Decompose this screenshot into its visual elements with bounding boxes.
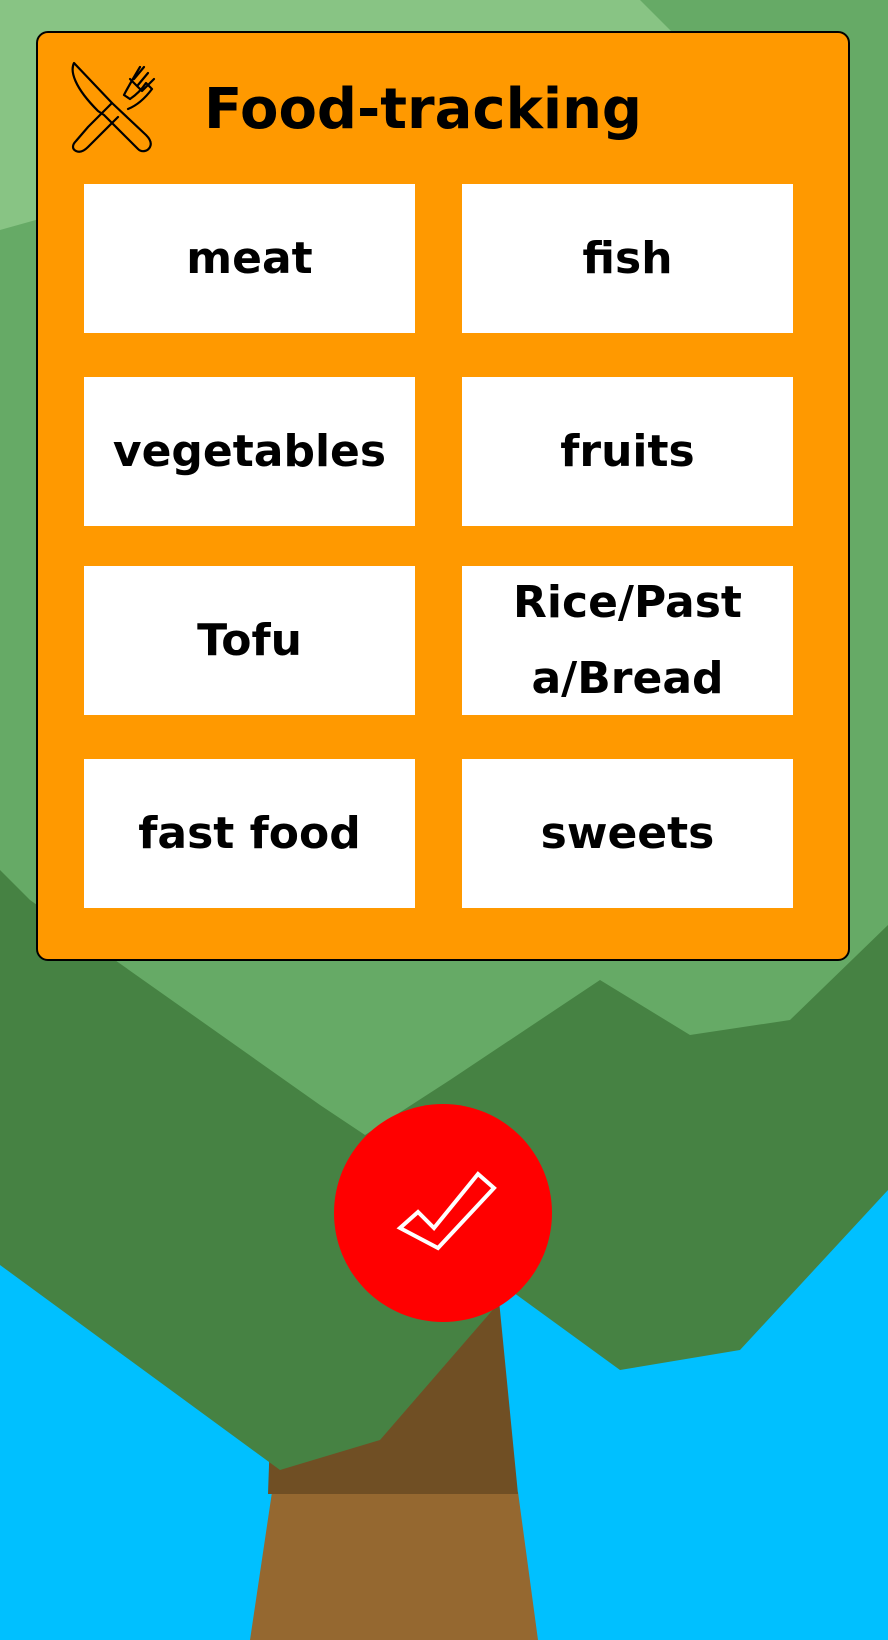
food-button-label: Tofu [197, 614, 302, 666]
food-button-label: fruits [560, 425, 695, 477]
food-tracking-panel: Food-tracking meat fish vegetables fruit… [36, 31, 850, 961]
food-button-label: meat [186, 232, 313, 284]
cutlery-icon [71, 61, 156, 153]
checkmark-icon [396, 1171, 497, 1251]
food-button-tofu[interactable]: Tofu [84, 566, 415, 715]
confirm-button[interactable] [334, 1104, 552, 1322]
food-button-label: sweets [540, 807, 715, 859]
food-button-fruits[interactable]: fruits [462, 377, 793, 526]
food-button-meat[interactable]: meat [84, 184, 415, 333]
food-button-label: fish [582, 232, 673, 284]
food-button-label: vegetables [112, 425, 387, 477]
food-button-label: fast food [138, 807, 361, 859]
food-button-sweets[interactable]: sweets [462, 759, 793, 908]
page-title: Food-tracking [204, 77, 643, 142]
food-button-fast-food[interactable]: fast food [84, 759, 415, 908]
food-button-rice-pasta-bread[interactable]: Rice/Pasta/Bread [462, 566, 793, 715]
food-button-vegetables[interactable]: vegetables [84, 377, 415, 526]
food-button-fish[interactable]: fish [462, 184, 793, 333]
food-button-label: Rice/Pasta/Bread [513, 576, 742, 704]
